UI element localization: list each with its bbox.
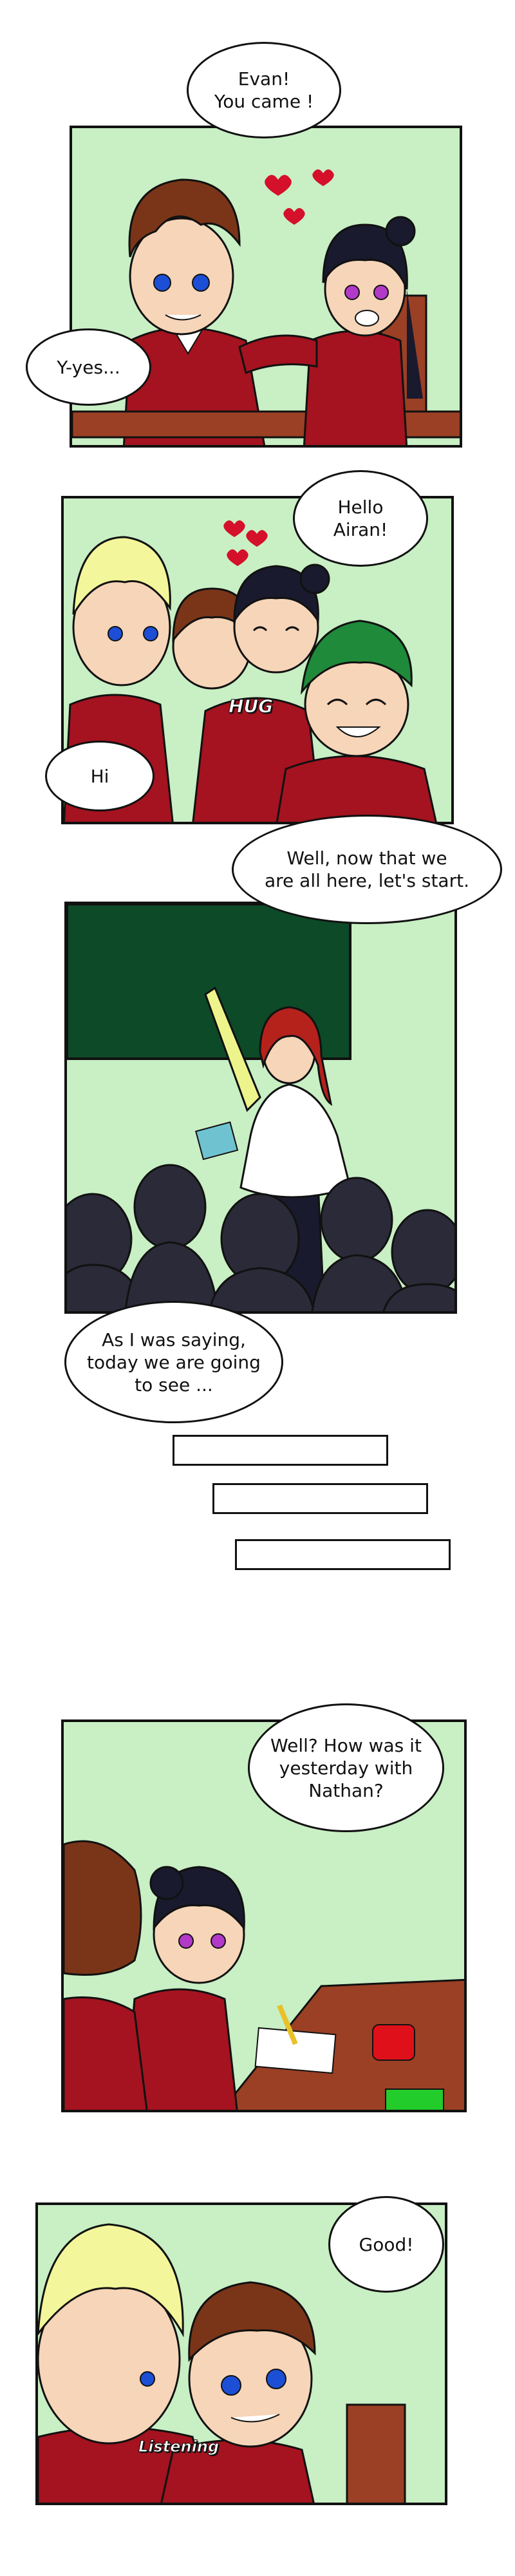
bubble-text: Hello Airan! <box>333 497 388 540</box>
bubble-text: Evan! You came ! <box>214 68 314 112</box>
heart-icon <box>246 530 268 547</box>
bubble-text: Y-yes... <box>57 356 120 378</box>
caption-box <box>212 1483 428 1514</box>
caption-box <box>173 1435 388 1466</box>
panel-1-art <box>72 169 460 445</box>
comic-panel-3 <box>64 902 457 1314</box>
heart-icon <box>283 208 305 225</box>
heart-icon <box>223 520 245 537</box>
comic-panel-1 <box>70 126 462 448</box>
heart-icon <box>227 549 248 566</box>
bubble-text: Good! <box>359 2233 414 2255</box>
speech-bubble: Hello Airan! <box>293 470 428 567</box>
speech-bubble: Well? How was it yesterday with Nathan? <box>248 1703 444 1832</box>
speech-bubble: Hi <box>45 741 154 811</box>
bubble-text: Well? How was it yesterday with Nathan? <box>270 1734 422 1801</box>
panel-3-art <box>67 904 454 1311</box>
heart-icon <box>312 169 334 186</box>
sound-effect-hug: HUG <box>228 696 274 717</box>
bubble-text: As I was saying, today we are going to s… <box>87 1329 261 1396</box>
speech-bubble: Evan! You came ! <box>187 42 341 138</box>
speech-bubble: Y-yes... <box>26 328 151 406</box>
bubble-text: Hi <box>90 765 109 787</box>
heart-icon <box>265 175 292 196</box>
speech-bubble: Well, now that we are all here, let's st… <box>232 815 502 924</box>
sound-effect-listening: Listening <box>138 2438 220 2456</box>
speech-bubble: As I was saying, today we are going to s… <box>64 1301 283 1423</box>
caption-box <box>235 1539 451 1570</box>
speech-bubble: Good! <box>328 2196 444 2293</box>
bubble-text: Well, now that we are all here, let's st… <box>265 848 469 891</box>
